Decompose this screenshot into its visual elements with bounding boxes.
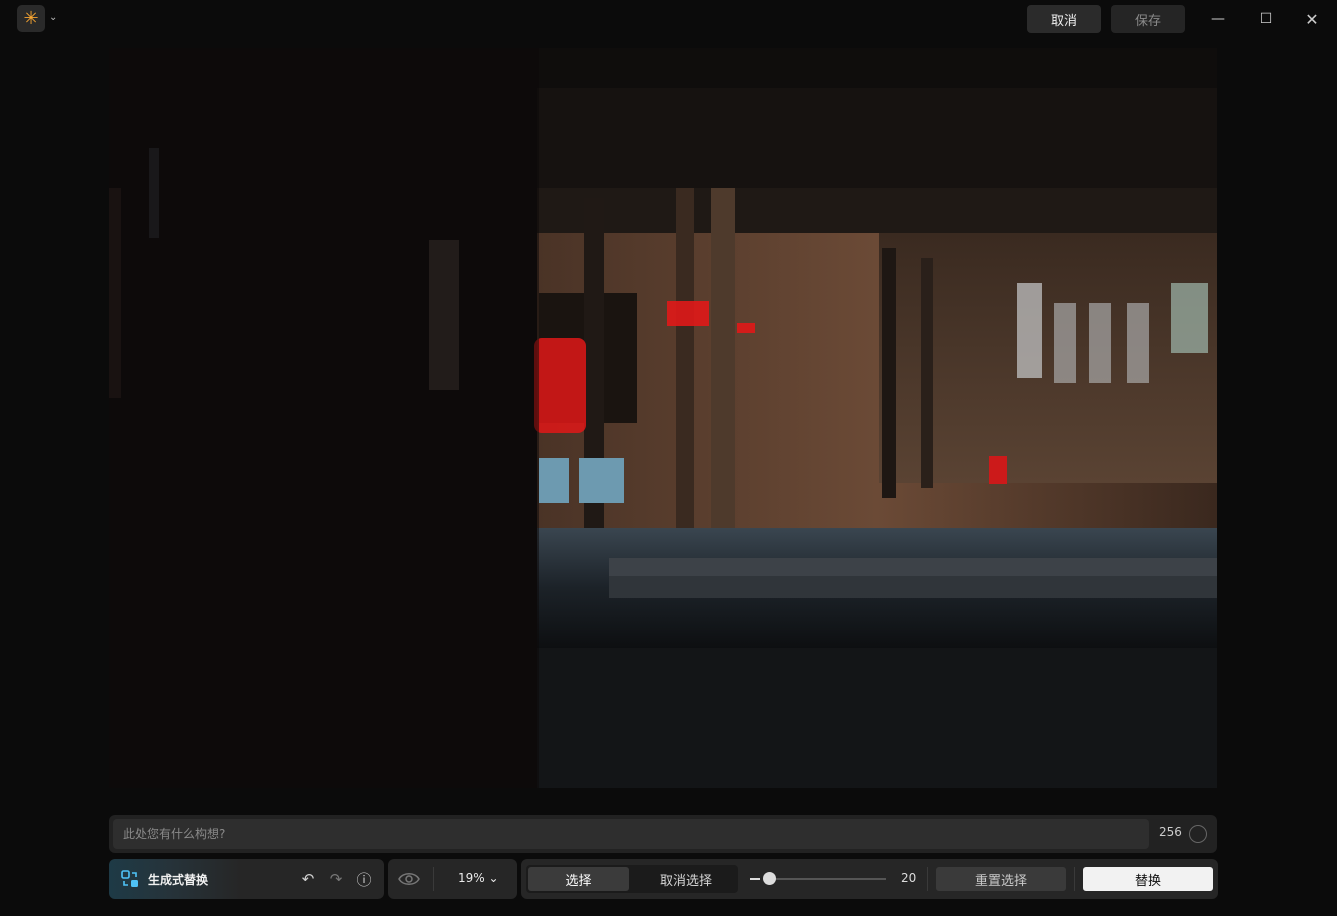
sparkle-icon: ✳ — [23, 8, 39, 29]
undo-icon[interactable]: ↶ — [298, 869, 318, 889]
select-tab[interactable]: 选择 — [528, 867, 629, 891]
reset-selection-button[interactable]: 重置选择 — [936, 867, 1066, 891]
photo — [109, 48, 1217, 788]
char-limit-count: 256 — [1159, 825, 1182, 839]
mode-label: 生成式替换 — [148, 873, 209, 887]
mask-region — [534, 338, 586, 433]
replace-button[interactable]: 替换 — [1083, 867, 1213, 891]
mode-panel: 生成式替换 ↶ ↷ ⓘ — [109, 859, 384, 899]
redo-icon[interactable]: ↷ — [326, 869, 346, 889]
brush-size-value: 20 — [901, 871, 917, 885]
divider — [1074, 867, 1075, 891]
close-icon[interactable]: ✕ — [1301, 8, 1323, 30]
prompt-bar: 256 — [109, 815, 1217, 853]
eye-icon[interactable] — [398, 870, 420, 888]
brush-size-minus-icon — [750, 878, 760, 880]
info-icon[interactable]: ⓘ — [354, 869, 374, 889]
zoom-dropdown[interactable]: 19% ⌄ — [458, 871, 499, 885]
image-canvas[interactable] — [109, 48, 1217, 788]
save-button[interactable]: 保存 — [1111, 5, 1185, 33]
divider — [433, 867, 434, 891]
minimize-icon[interactable]: — — [1207, 8, 1229, 30]
chevron-down-icon[interactable]: ⌄ — [49, 12, 61, 24]
zoom-value: 19% — [458, 871, 485, 885]
app-menu-button[interactable]: ✳ — [17, 5, 45, 32]
selection-panel: 选择 取消选择 20 重置选择 替换 — [521, 859, 1218, 899]
view-panel: 19% ⌄ — [388, 859, 517, 899]
brush-size-slider[interactable] — [766, 878, 886, 880]
brush-size-slider-knob[interactable] — [763, 872, 776, 885]
maximize-icon[interactable]: ☐ — [1255, 8, 1277, 30]
cancel-button[interactable]: 取消 — [1027, 5, 1101, 33]
prompt-input[interactable] — [113, 819, 1149, 849]
selection-mode-toggle: 选择 取消选择 — [526, 865, 738, 893]
char-progress-ring-icon — [1189, 825, 1207, 843]
generative-replace-icon — [121, 870, 138, 887]
title-bar: ✳ ⌄ 取消 保存 — ☐ ✕ — [0, 0, 1337, 38]
chevron-down-icon: ⌄ — [488, 871, 499, 885]
divider — [927, 867, 928, 891]
deselect-tab[interactable]: 取消选择 — [636, 867, 736, 891]
